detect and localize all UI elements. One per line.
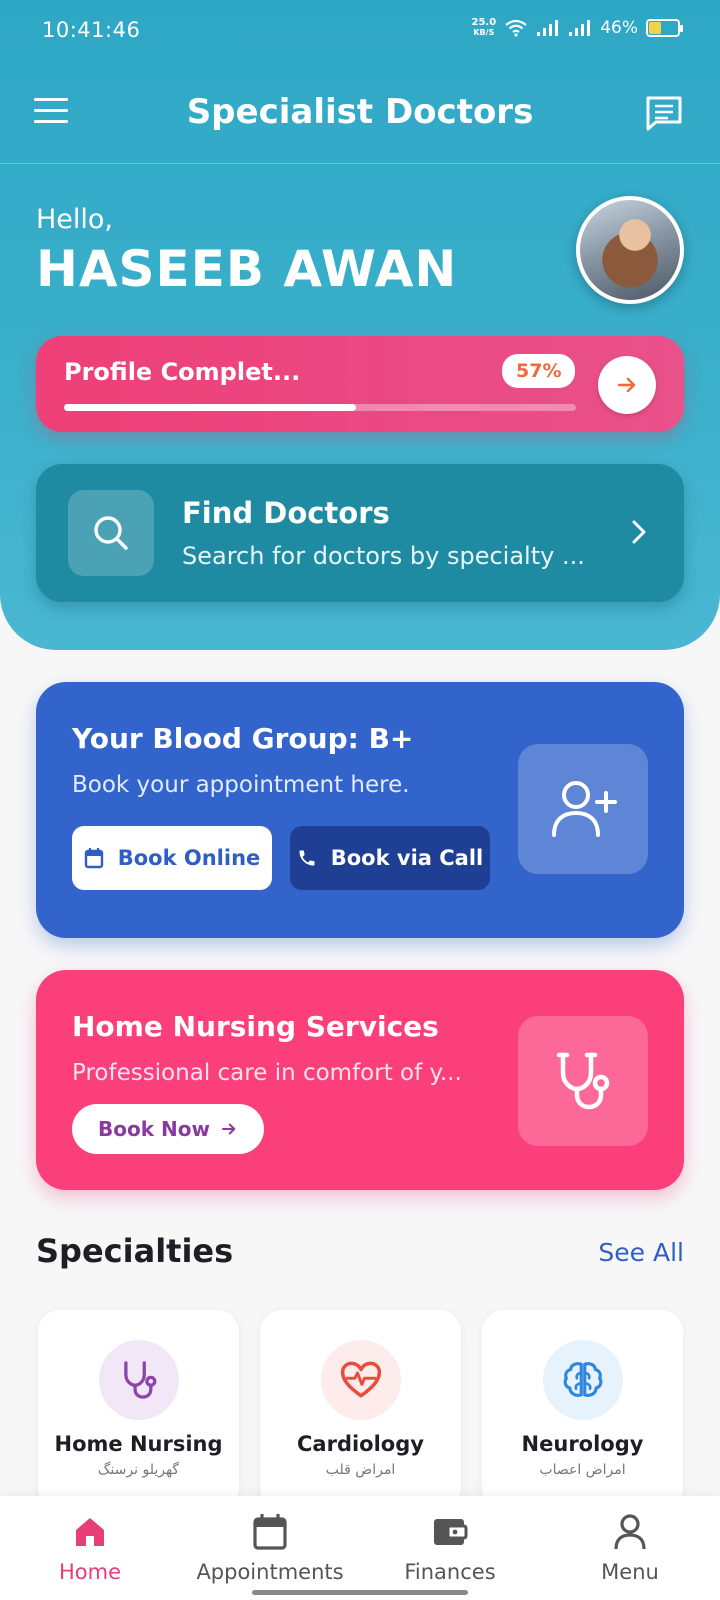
book-now-label: Book Now: [98, 1117, 210, 1141]
home-nursing-title: Home Nursing Services: [72, 1010, 439, 1043]
profile-progress-fill: [64, 404, 356, 411]
find-icon-box: [68, 490, 154, 576]
wallet-icon: [434, 1519, 468, 1545]
blood-icon-box: [518, 744, 648, 874]
network-speed: 25.0 KB/S: [472, 18, 497, 38]
book-via-call-label: Book via Call: [330, 846, 484, 870]
stethoscope-icon: [556, 1052, 610, 1110]
signal-icon-2: [569, 20, 591, 36]
find-doctors-card[interactable]: Find Doctors Search for doctors by speci…: [36, 464, 684, 602]
specialties-list: Home Nursing گھریلو نرسنگ Cardiology امر…: [38, 1310, 683, 1510]
book-via-call-button[interactable]: Book via Call: [290, 826, 490, 890]
arrow-right-icon: [221, 1123, 236, 1135]
see-all-link[interactable]: See All: [598, 1238, 684, 1267]
specialty-name: Cardiology: [297, 1432, 424, 1456]
blood-group-card: Your Blood Group: B+ Book your appointme…: [36, 682, 684, 938]
battery-icon: [646, 19, 683, 37]
battery-percent: 46%: [600, 18, 638, 38]
specialty-icon-circle: [99, 1340, 179, 1420]
bottom-navigation: Home Appointments Finances Menu: [0, 1496, 720, 1600]
blood-group-title: Your Blood Group: B+: [72, 722, 414, 755]
profile-progress-track: [64, 404, 576, 411]
nav-item-home[interactable]: Home: [0, 1510, 180, 1584]
profile-completion-badge: 57%: [502, 354, 576, 388]
network-speed-unit: KB/S: [473, 28, 495, 37]
specialty-urdu-name: امراض اعصاب: [539, 1462, 626, 1478]
home-indicator: [252, 1590, 468, 1595]
status-bar: 10:41:46 25.0 KB/S 46%: [0, 0, 720, 64]
home-nursing-card: Home Nursing Services Professional care …: [36, 970, 684, 1190]
calendar-icon: [253, 1514, 287, 1550]
wifi-icon: [505, 19, 527, 37]
battery-level: [649, 22, 661, 34]
book-online-button[interactable]: Book Online: [72, 826, 272, 890]
home-nursing-subtitle: Professional care in comfort of y...: [72, 1060, 462, 1086]
search-icon: [94, 516, 128, 550]
blood-group-subtitle: Book your appointment here.: [72, 772, 410, 798]
specialties-heading: Specialties: [36, 1232, 234, 1270]
phone-icon: [299, 850, 315, 866]
status-time: 10:41:46: [42, 18, 141, 42]
book-now-button[interactable]: Book Now: [72, 1104, 264, 1154]
nav-item-appointments[interactable]: Appointments: [180, 1510, 360, 1584]
book-online-label: Book Online: [117, 846, 261, 870]
home-icon: [76, 1518, 104, 1546]
avatar[interactable]: [576, 196, 684, 304]
specialty-icon-circle: [321, 1340, 401, 1420]
find-doctors-subtitle: Search for doctors by specialty ...: [182, 542, 585, 570]
person-icon: [614, 1514, 646, 1550]
stethoscope-icon: [124, 1361, 157, 1399]
calendar-icon: [84, 848, 103, 869]
status-icons: 25.0 KB/S 46%: [472, 18, 683, 38]
heart-pulse-icon: [340, 1361, 382, 1398]
profile-completion-card[interactable]: Profile Complet... 57%: [36, 336, 684, 432]
add-person-icon: [552, 781, 617, 837]
specialty-name: Neurology: [521, 1432, 644, 1456]
chevron-right-icon: [632, 520, 646, 544]
specialty-name: Home Nursing: [54, 1432, 223, 1456]
brain-icon: [563, 1362, 603, 1397]
nav-label-menu: Menu: [601, 1560, 659, 1584]
user-name: HASEEB AWAN: [36, 240, 458, 298]
find-doctors-title: Find Doctors: [182, 496, 390, 530]
chat-message-icon[interactable]: [644, 94, 684, 132]
specialty-card-neurology[interactable]: Neurology امراض اعصاب: [482, 1310, 683, 1510]
profile-arrow-button[interactable]: [598, 356, 656, 414]
nursing-icon-box: [518, 1016, 648, 1146]
greeting-text: Hello,: [36, 204, 114, 235]
nav-label-finances: Finances: [404, 1560, 496, 1584]
nav-label-home: Home: [58, 1560, 121, 1584]
page-title: Specialist Doctors: [186, 92, 534, 132]
nav-item-menu[interactable]: Menu: [540, 1510, 720, 1584]
arrow-right-icon: [617, 377, 636, 393]
specialty-icon-circle: [543, 1340, 623, 1420]
signal-icon: [537, 20, 559, 36]
app-bar: Specialist Doctors: [0, 64, 720, 164]
nav-item-finances[interactable]: Finances: [360, 1510, 540, 1584]
specialty-card-home-nursing[interactable]: Home Nursing گھریلو نرسنگ: [38, 1310, 239, 1510]
specialty-urdu-name: گھریلو نرسنگ: [97, 1462, 180, 1478]
specialty-card-cardiology[interactable]: Cardiology امراض قلب: [260, 1310, 461, 1510]
profile-completion-label: Profile Complet...: [64, 358, 301, 386]
nav-label-appointments: Appointments: [196, 1560, 344, 1584]
specialty-urdu-name: امراض قلب: [325, 1462, 396, 1478]
network-speed-value: 25.0: [471, 17, 497, 28]
